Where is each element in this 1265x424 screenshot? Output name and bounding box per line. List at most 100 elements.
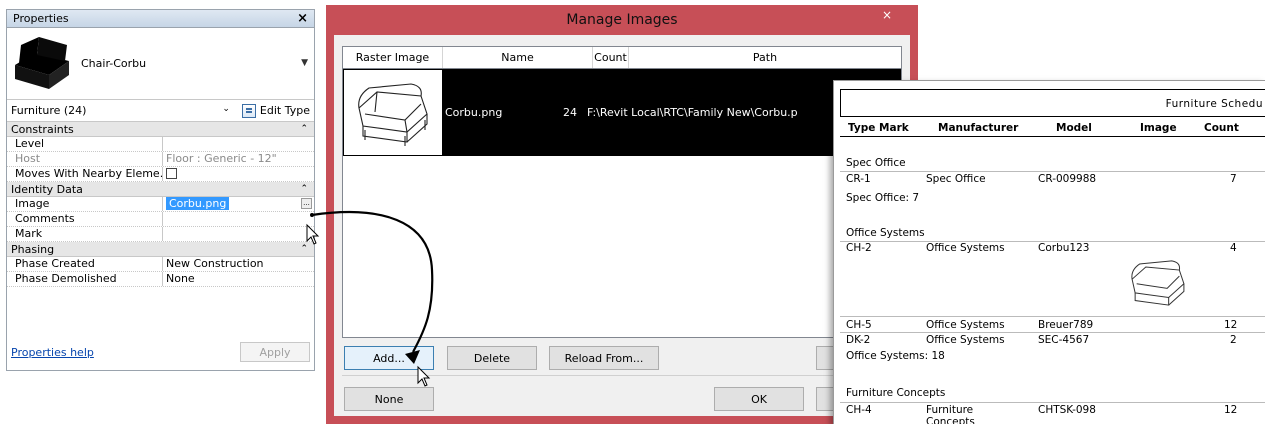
image-count: 24 [563, 106, 577, 119]
group-phasing[interactable]: Phasing ⌃ [7, 242, 314, 257]
instance-filter-dropdown[interactable]: Furniture (24) ⌄ [11, 104, 236, 117]
group-identity-data[interactable]: Identity Data ⌃ [7, 182, 314, 197]
group-header: Spec Office [846, 157, 906, 169]
chevron-down-icon: ⌄ [222, 104, 230, 114]
type-mark: CH-4 [846, 404, 872, 416]
row-rule [840, 332, 1265, 333]
add-button[interactable]: Add... [344, 346, 434, 370]
ok-button[interactable]: OK [714, 387, 804, 411]
collapse-icon[interactable]: ⌃ [300, 184, 310, 194]
type-mark: DK-2 [846, 334, 871, 346]
moves-with-nearby-checkbox[interactable] [166, 168, 177, 179]
manufacturer: Spec Office [926, 173, 986, 185]
group-header: Furniture Concepts [846, 387, 946, 399]
column-header-name[interactable]: Name [443, 47, 593, 68]
property-name: Mark [7, 227, 163, 241]
apply-button[interactable]: Apply [240, 342, 310, 362]
count: 12 [1224, 319, 1238, 331]
type-selector[interactable]: Chair-Corbu ▼ [7, 28, 314, 100]
column-header-count[interactable]: Count [593, 47, 629, 68]
browse-button[interactable]: ... [301, 198, 312, 209]
group-footer: Office Systems: 18 [846, 350, 945, 362]
properties-titlebar: Properties × [7, 10, 314, 28]
header-rule [840, 136, 1265, 137]
property-row[interactable]: Moves With Nearby Eleme... [7, 167, 314, 182]
edit-type-icon [241, 103, 256, 118]
column-header-path[interactable]: Path [629, 47, 901, 68]
column-header-raster-image[interactable]: Raster Image [343, 47, 443, 68]
dialog-body: Raster Image Name Count Path Corbu.png 2… [334, 35, 910, 416]
group-label: Identity Data [11, 182, 83, 196]
dialog-separator [342, 375, 910, 376]
property-value[interactable] [163, 167, 314, 181]
collapse-icon[interactable]: ⌃ [300, 244, 310, 254]
property-name: Comments [7, 212, 163, 226]
property-row[interactable]: Comments [7, 212, 314, 227]
property-value[interactable]: None [163, 272, 314, 286]
group-constraints[interactable]: Constraints ⌃ [7, 122, 314, 137]
image-value-selected[interactable]: Corbu.png [166, 197, 230, 210]
group-header: Office Systems [846, 227, 925, 239]
manage-images-dialog: Manage Images × Raster Image Name Count … [326, 5, 918, 424]
properties-title: Properties [13, 12, 69, 25]
chevron-down-icon[interactable]: ▼ [301, 58, 308, 68]
properties-footer: Properties help Apply [7, 342, 314, 362]
instance-filter-label: Furniture (24) [11, 104, 87, 117]
reload-from-button[interactable]: Reload From... [549, 346, 659, 370]
edit-type-label: Edit Type [259, 104, 310, 117]
column-header-image: Image [1140, 122, 1177, 134]
model: Breuer789 [1038, 319, 1094, 331]
group-label: Phasing [11, 242, 55, 256]
chair-image-icon [1131, 260, 1185, 306]
property-value[interactable]: New Construction [163, 257, 314, 271]
row-rule [840, 402, 1265, 403]
property-value: Floor : Generic - 12" [166, 152, 277, 165]
image-name: Corbu.png [445, 106, 503, 119]
property-name: Phase Demolished [7, 272, 163, 286]
properties-palette: Properties × Chair-Corbu ▼ Furniture (24… [6, 9, 315, 371]
property-row[interactable]: Image Corbu.png ... [7, 197, 314, 212]
property-name: Image [7, 197, 163, 211]
count: 7 [1230, 173, 1237, 185]
count: 12 [1224, 404, 1238, 416]
property-row[interactable]: Mark [7, 227, 314, 242]
row-rule [840, 171, 1265, 172]
model: Corbu123 [1038, 242, 1090, 254]
count: 4 [1230, 242, 1237, 254]
manufacturer: Furniture [926, 404, 974, 416]
model: CHTSK-098 [1038, 404, 1096, 416]
close-icon[interactable]: × [870, 5, 904, 25]
collapse-icon[interactable]: ⌃ [300, 124, 310, 134]
property-value[interactable] [163, 227, 314, 241]
none-button[interactable]: None [344, 387, 434, 411]
property-value[interactable] [163, 137, 314, 151]
model: CR-009988 [1038, 173, 1097, 185]
property-row[interactable]: Phase Demolished None [7, 272, 314, 287]
column-header-model: Model [1056, 122, 1092, 134]
type-mark: CR-1 [846, 173, 871, 185]
property-name: Phase Created [7, 257, 163, 271]
close-icon[interactable]: × [297, 11, 308, 26]
raster-image-thumbnail [343, 69, 443, 156]
delete-button[interactable]: Delete [447, 346, 537, 370]
properties-help-link[interactable]: Properties help [11, 346, 94, 359]
group-label: Constraints [11, 122, 74, 136]
image-row-selected[interactable]: Corbu.png 24 F:\Revit Local\RTC\Family N… [343, 69, 901, 156]
image-list[interactable]: Raster Image Name Count Path Corbu.png 2… [342, 46, 902, 338]
column-header-type-mark: Type Mark [848, 122, 909, 134]
manufacturer: Office Systems [926, 319, 1005, 331]
manufacturer: Office Systems [926, 334, 1005, 346]
property-row[interactable]: Phase Created New Construction [7, 257, 314, 272]
property-row: Host Floor : Generic - 12" [7, 152, 314, 167]
type-mark: CH-2 [846, 242, 872, 254]
image-path: F:\Revit Local\RTC\Family New\Corbu.p [587, 106, 798, 119]
property-value[interactable]: Corbu.png ... [163, 197, 314, 211]
furniture-schedule: Furniture Schedu Type Mark Manufacturer … [833, 80, 1265, 424]
property-value[interactable] [163, 212, 314, 226]
edit-type-button[interactable]: Edit Type [236, 103, 310, 118]
property-row[interactable]: Level [7, 137, 314, 152]
dialog-titlebar: Manage Images × [326, 5, 918, 35]
manufacturer: Office Systems [926, 242, 1005, 254]
row-rule [840, 316, 1265, 317]
property-name: Host [7, 152, 163, 166]
